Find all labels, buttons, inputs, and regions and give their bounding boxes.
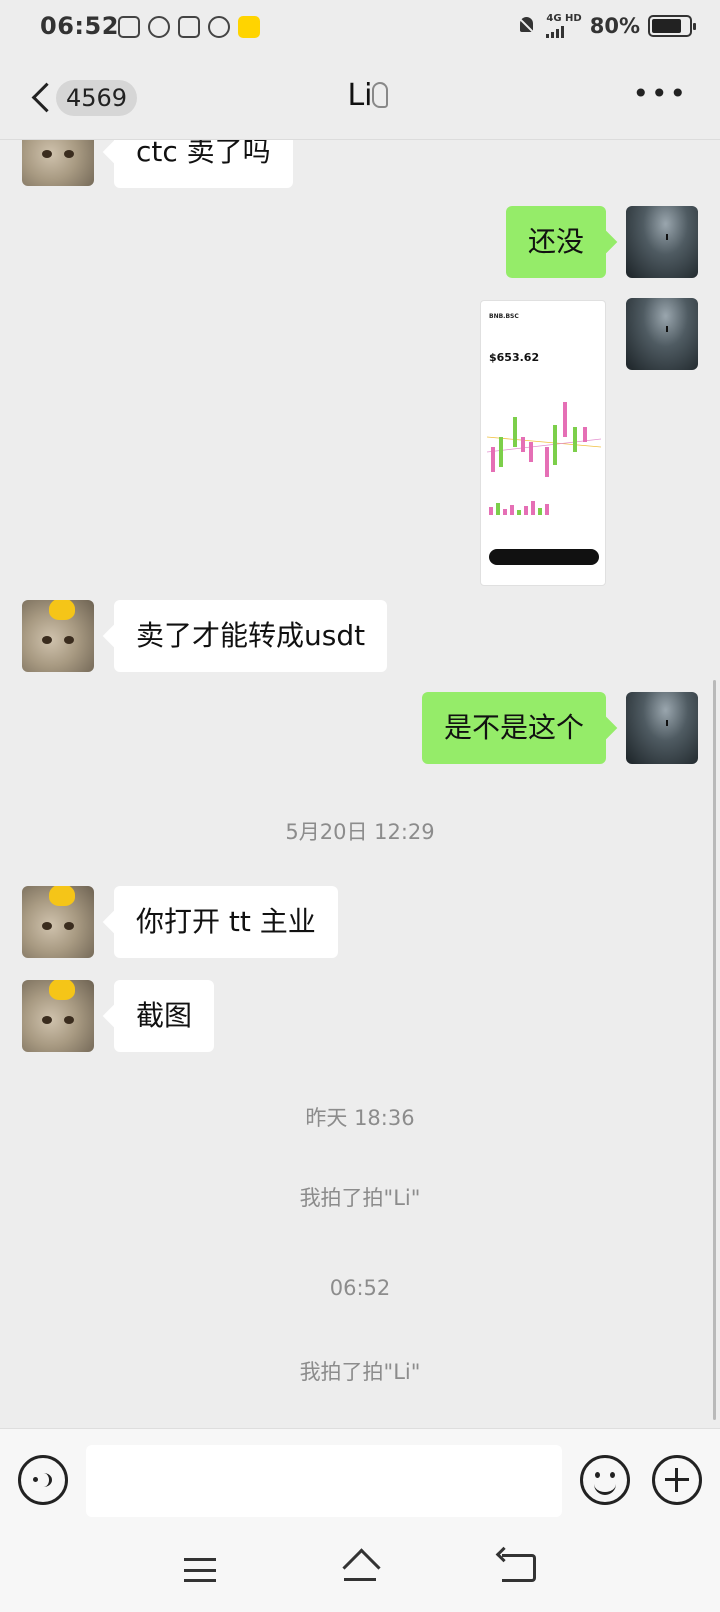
network-type: 4G HD (546, 13, 582, 24)
message-bubble[interactable]: ctc 卖了吗 (114, 140, 293, 188)
message-bubble-self[interactable]: 还没 (505, 206, 606, 278)
message-input[interactable] (86, 1445, 562, 1517)
candlestick-chart-image (487, 402, 601, 477)
my-avatar[interactable] (626, 298, 698, 370)
status-time: 06:52 (40, 12, 119, 40)
screenshot-header: BNB.BSC (489, 313, 519, 320)
my-avatar[interactable] (626, 692, 698, 764)
back-nav-icon[interactable] (502, 1554, 536, 1582)
volume-bars-image (489, 501, 599, 515)
signal-bars-icon (546, 26, 581, 38)
timestamp: 5月20日 12:29 (285, 820, 435, 844)
signal-indicator: 4G HD (546, 13, 582, 38)
status-bar: 06:52 4G HD 80% (0, 0, 720, 56)
chat-title: Li (347, 78, 373, 113)
battery-icon (648, 15, 696, 37)
mute-icon (516, 15, 538, 37)
message-bubble[interactable]: 卖了才能转成usdt (114, 600, 388, 672)
system-message: 我拍了拍"Li" (299, 1360, 421, 1384)
contact-avatar[interactable] (22, 140, 94, 186)
timestamp: 06:52 (329, 1276, 391, 1300)
battery-fill (652, 19, 681, 33)
menu-icon[interactable] (184, 1558, 216, 1582)
home-icon[interactable] (342, 1550, 378, 1582)
qq-icon (148, 16, 170, 38)
notification-icons (118, 16, 260, 38)
message-bubble[interactable]: 你打开 tt 主业 (114, 886, 338, 958)
contact-avatar[interactable] (22, 980, 94, 1052)
emoji-button[interactable] (580, 1455, 630, 1505)
image-message[interactable]: BNB.BSC $653.62 (480, 300, 606, 586)
app-notification-icon (118, 16, 140, 38)
system-navigation-bar (0, 1540, 720, 1612)
voice-input-button[interactable] (18, 1455, 68, 1505)
timestamp: 昨天 18:36 (305, 1106, 415, 1130)
screenshot-button-image (489, 549, 599, 565)
more-options-icon[interactable]: ••• (632, 80, 688, 108)
contact-avatar[interactable] (22, 886, 94, 958)
contact-avatar[interactable] (22, 600, 94, 672)
battery-percent: 80% (589, 14, 640, 38)
my-avatar[interactable] (626, 206, 698, 278)
app-icon (238, 16, 260, 38)
more-functions-button[interactable] (652, 1455, 702, 1505)
chat-header: 4569 Li ••• (0, 56, 720, 140)
mail-icon (178, 16, 200, 38)
screenshot-price: $653.62 (489, 351, 540, 364)
input-bar (0, 1428, 720, 1540)
system-message: 我拍了拍"Li" (299, 1186, 421, 1210)
message-list[interactable]: ctc 卖了吗 还没 BNB.BSC $653.62 卖了才能转成usdt 是不… (0, 140, 720, 1428)
message-bubble[interactable]: 截图 (114, 980, 215, 1052)
message-bubble-self[interactable]: 是不是这个 (421, 692, 606, 764)
message-icon (208, 16, 230, 38)
status-right: 4G HD 80% (516, 13, 696, 38)
scrollbar[interactable] (713, 680, 716, 1420)
earpiece-mode-icon (372, 82, 388, 108)
